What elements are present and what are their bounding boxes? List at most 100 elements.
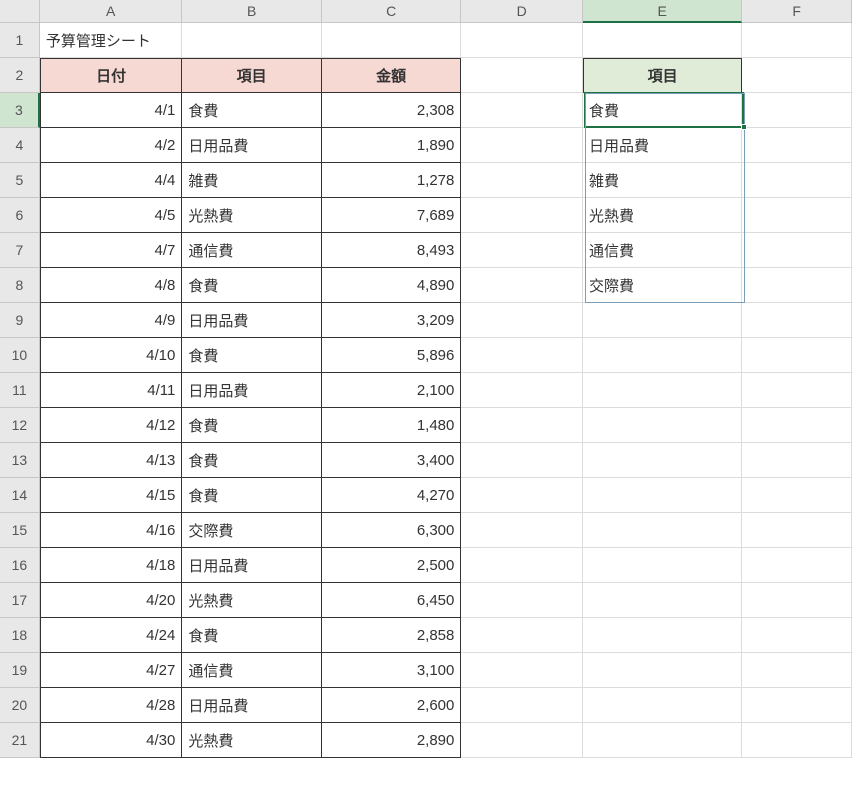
cell-A6-date[interactable]: 4/5 (40, 198, 183, 233)
cell-B19-item[interactable]: 通信費 (182, 653, 322, 688)
row-header-3[interactable]: 3 (0, 93, 40, 128)
cell-C15-amount[interactable]: 6,300 (322, 513, 462, 548)
cell-A18-date[interactable]: 4/24 (40, 618, 183, 653)
cell-D5[interactable] (461, 163, 583, 198)
cell-F4[interactable] (742, 128, 852, 163)
cell-D4[interactable] (461, 128, 583, 163)
cell-C18-amount[interactable]: 2,858 (322, 618, 462, 653)
row-header-1[interactable]: 1 (0, 23, 40, 58)
row-header-16[interactable]: 16 (0, 548, 40, 583)
cell-A3-date[interactable]: 4/1 (40, 93, 183, 128)
cell-D21[interactable] (461, 723, 583, 758)
row-header-17[interactable]: 17 (0, 583, 40, 618)
row-header-12[interactable]: 12 (0, 408, 40, 443)
cell-C6-amount[interactable]: 7,689 (322, 198, 462, 233)
cell-F11[interactable] (742, 373, 852, 408)
cell-E15[interactable] (583, 513, 742, 548)
cell-B18-item[interactable]: 食費 (182, 618, 322, 653)
cell-B10-item[interactable]: 食費 (182, 338, 322, 373)
cell-E13[interactable] (583, 443, 742, 478)
column-header-F[interactable]: F (742, 0, 852, 23)
column-header-D[interactable]: D (461, 0, 583, 23)
row-header-19[interactable]: 19 (0, 653, 40, 688)
row-header-18[interactable]: 18 (0, 618, 40, 653)
cell-D9[interactable] (461, 303, 583, 338)
column-header-A[interactable]: A (40, 0, 183, 23)
cell-C10-amount[interactable]: 5,896 (322, 338, 462, 373)
cell-D8[interactable] (461, 268, 583, 303)
cell-B4-item[interactable]: 日用品費 (182, 128, 322, 163)
row-header-13[interactable]: 13 (0, 443, 40, 478)
cell-F9[interactable] (742, 303, 852, 338)
cell-E9[interactable] (583, 303, 742, 338)
cell-E19[interactable] (583, 653, 742, 688)
cell-D16[interactable] (461, 548, 583, 583)
row-header-10[interactable]: 10 (0, 338, 40, 373)
row-header-4[interactable]: 4 (0, 128, 40, 163)
cell-A21-date[interactable]: 4/30 (40, 723, 183, 758)
cell-B15-item[interactable]: 交際費 (182, 513, 322, 548)
cell-F14[interactable] (742, 478, 852, 513)
cell-C13-amount[interactable]: 3,400 (322, 443, 462, 478)
header-date[interactable]: 日付 (40, 58, 183, 93)
cell-C17-amount[interactable]: 6,450 (322, 583, 462, 618)
header-item[interactable]: 項目 (182, 58, 322, 93)
cell-A16-date[interactable]: 4/18 (40, 548, 183, 583)
cell-F13[interactable] (742, 443, 852, 478)
cell-C16-amount[interactable]: 2,500 (322, 548, 462, 583)
cell-D14[interactable] (461, 478, 583, 513)
cell-F19[interactable] (742, 653, 852, 688)
cell-A5-date[interactable]: 4/4 (40, 163, 183, 198)
side-header[interactable]: 項目 (583, 58, 742, 93)
cell-E16[interactable] (583, 548, 742, 583)
cell-E10[interactable] (583, 338, 742, 373)
cell-D6[interactable] (461, 198, 583, 233)
cell-B16-item[interactable]: 日用品費 (182, 548, 322, 583)
row-header-15[interactable]: 15 (0, 513, 40, 548)
cell-F7[interactable] (742, 233, 852, 268)
cell-D20[interactable] (461, 688, 583, 723)
cell-C11-amount[interactable]: 2,100 (322, 373, 462, 408)
cell-A15-date[interactable]: 4/16 (40, 513, 183, 548)
cell-C7-amount[interactable]: 8,493 (322, 233, 462, 268)
cell-B17-item[interactable]: 光熱費 (182, 583, 322, 618)
column-header-C[interactable]: C (322, 0, 462, 23)
cell-A19-date[interactable]: 4/27 (40, 653, 183, 688)
cell-F1[interactable] (742, 23, 852, 58)
cell-D1[interactable] (461, 23, 583, 58)
row-header-6[interactable]: 6 (0, 198, 40, 233)
cell-C4-amount[interactable]: 1,890 (322, 128, 462, 163)
cell-D12[interactable] (461, 408, 583, 443)
cell-C3-amount[interactable]: 2,308 (322, 93, 462, 128)
row-header-11[interactable]: 11 (0, 373, 40, 408)
cell-E14[interactable] (583, 478, 742, 513)
row-header-21[interactable]: 21 (0, 723, 40, 758)
row-header-9[interactable]: 9 (0, 303, 40, 338)
cell-F12[interactable] (742, 408, 852, 443)
cell-C20-amount[interactable]: 2,600 (322, 688, 462, 723)
cell-D18[interactable] (461, 618, 583, 653)
cell-C1[interactable] (322, 23, 462, 58)
cell-B13-item[interactable]: 食費 (182, 443, 322, 478)
cell-F5[interactable] (742, 163, 852, 198)
cell-F16[interactable] (742, 548, 852, 583)
cell-A4-date[interactable]: 4/2 (40, 128, 183, 163)
cell-D7[interactable] (461, 233, 583, 268)
cell-B3-item[interactable]: 食費 (182, 93, 322, 128)
cell-F17[interactable] (742, 583, 852, 618)
cell-D11[interactable] (461, 373, 583, 408)
cell-C14-amount[interactable]: 4,270 (322, 478, 462, 513)
side-list-item-2[interactable]: 雑費 (583, 163, 742, 198)
cell-F20[interactable] (742, 688, 852, 723)
cell-E12[interactable] (583, 408, 742, 443)
cell-B6-item[interactable]: 光熱費 (182, 198, 322, 233)
row-header-2[interactable]: 2 (0, 58, 40, 93)
row-header-8[interactable]: 8 (0, 268, 40, 303)
cell-F8[interactable] (742, 268, 852, 303)
cell-B1[interactable] (182, 23, 322, 58)
cell-B20-item[interactable]: 日用品費 (182, 688, 322, 723)
row-header-14[interactable]: 14 (0, 478, 40, 513)
cell-D19[interactable] (461, 653, 583, 688)
cell-A7-date[interactable]: 4/7 (40, 233, 183, 268)
cell-F3[interactable] (742, 93, 852, 128)
